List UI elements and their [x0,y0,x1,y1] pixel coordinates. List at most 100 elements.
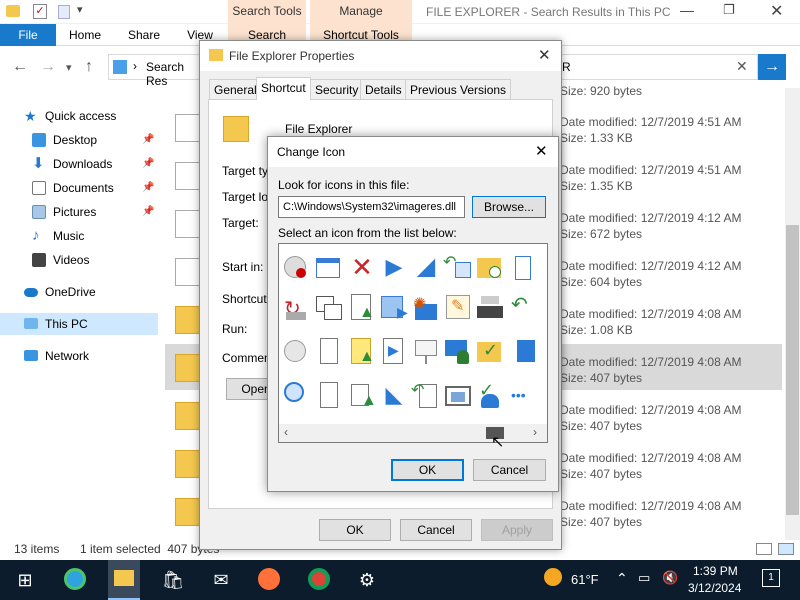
folder-clock-icon[interactable] [475,252,505,282]
network-status-icon[interactable]: ▭ [638,570,650,586]
properties-ok-button[interactable]: OK [319,519,391,541]
breadcrumb-chevron-icon[interactable]: › [133,59,137,73]
properties-close-icon[interactable]: ✕ [538,46,551,64]
magnifier-doc-icon[interactable] [282,380,312,410]
close-icon[interactable]: ✕ [770,1,783,21]
edge-icon[interactable] [62,568,88,592]
tab-share[interactable]: Share [122,24,166,46]
network-adapter-icon[interactable] [475,292,505,322]
change-icon-ok-button[interactable]: OK [391,459,464,481]
new-folder-icon[interactable] [58,5,70,19]
blank-doc-icon[interactable] [314,336,344,366]
list-upload-icon[interactable]: ▲ [347,380,377,410]
presentation-icon[interactable] [411,336,441,366]
pin-icon[interactable]: 📌 [142,177,154,199]
scrollbar-thumb[interactable] [786,225,799,515]
more-dots-icon[interactable]: ••• [511,380,541,410]
nav-pictures[interactable]: Pictures 📌 [0,201,158,223]
fan-monitor-icon[interactable]: ✺ [411,292,441,322]
cd-drive-icon[interactable] [282,336,312,366]
icon-file-path-input[interactable]: C:\Windows\System32\imageres.dll [278,196,465,218]
settings-gear-icon[interactable]: ⚙ [354,568,380,592]
scroll-right-icon[interactable]: › [533,425,537,439]
icon-list[interactable]: ✕ ▶ ◢ ↶ ↻ ▲ ▶ ✺ ✎ ↶ ▲ ▶ ✓ ▲ ◣ ↶ ✓ ••• [278,243,548,443]
qat-dropdown-icon[interactable]: ▾ [77,3,83,16]
details-view-icon[interactable] [756,543,772,555]
maximize-icon[interactable]: ❐ [723,2,735,18]
calendar-icon[interactable] [314,252,344,282]
doc-arrow-icon[interactable] [511,252,541,282]
notification-icon[interactable]: 1 [762,569,780,587]
green-arrow-back-icon[interactable]: ↶ [511,292,541,322]
properties-check-icon[interactable]: ✓ [33,4,47,19]
folder-check-icon[interactable]: ✓ [475,336,505,366]
scroll-left-icon[interactable]: ‹ [284,425,288,439]
nav-documents[interactable]: Documents 📌 [0,177,158,199]
notepad-pencil-icon[interactable]: ✎ [443,292,473,322]
recent-dropdown-icon[interactable]: ▾ [66,61,72,74]
store-icon[interactable]: 🛍 [160,568,186,592]
pin-icon[interactable]: 📌 [142,129,154,151]
red-x-icon[interactable]: ✕ [347,252,377,282]
tab-previous-versions[interactable]: Previous Versions [405,79,512,99]
clock-date[interactable]: 3/12/2024 [688,581,741,595]
undo-grid-icon[interactable]: ↶ [443,252,473,282]
tab-details[interactable]: Details [360,79,407,99]
ruler-triangle-icon[interactable]: ◢ [411,252,441,282]
file-explorer-taskbar-icon[interactable] [108,560,140,600]
picture-frame-icon[interactable] [443,380,473,410]
tiles-view-icon[interactable] [778,543,794,555]
properties-cancel-button[interactable]: Cancel [400,519,472,541]
change-icon-close-icon[interactable]: ✕ [535,142,548,160]
change-icon-cancel-button[interactable]: Cancel [473,459,546,481]
play-arrow-icon[interactable]: ▶ [379,252,409,282]
back-arrow-icon[interactable]: ← [12,58,28,76]
plain-doc-icon[interactable] [314,380,344,410]
nav-desktop[interactable]: Desktop 📌 [0,129,158,151]
users-check-icon[interactable]: ✓ [475,380,505,410]
chevron-up-icon[interactable]: ⌃ [616,570,628,587]
doc-back-arrow-icon[interactable]: ↶ [411,380,441,410]
tab-general[interactable]: General [209,79,262,99]
ruler-arrow-icon[interactable]: ◣ [379,380,409,410]
disk-refresh-icon[interactable]: ↻ [282,292,312,322]
up-arrow-icon[interactable]: ↑ [85,58,93,76]
browse-button[interactable]: Browse... [472,196,546,218]
nav-onedrive[interactable]: OneDrive [0,281,158,303]
nav-quick-access[interactable]: ★ Quick access [0,105,158,127]
forward-arrow-icon[interactable]: → [40,58,56,76]
nav-network[interactable]: Network [0,345,158,367]
doc-upload-icon[interactable]: ▲ [347,292,377,322]
chrome-icon[interactable] [306,568,332,592]
pin-icon[interactable]: 📌 [142,153,154,175]
shortcut-name[interactable]: File Explorer [285,122,352,136]
tiles-play-icon[interactable]: ▶ [379,292,409,322]
mail-icon[interactable]: ✉ [208,568,234,592]
weather-icon[interactable] [540,568,566,592]
blue-panel-icon[interactable] [511,336,541,366]
pin-icon[interactable]: 📌 [142,201,154,223]
tab-security[interactable]: Security [310,79,364,99]
nav-downloads[interactable]: ⬇ Downloads 📌 [0,153,158,175]
clock-time[interactable]: 1:39 PM [693,564,738,578]
windows-stack-icon[interactable] [314,292,344,322]
user-monitor-icon[interactable] [443,336,473,366]
nav-videos[interactable]: Videos [0,249,158,271]
file-date: Date modified: 12/7/2019 4:08 AM [560,355,742,369]
start-windows-icon[interactable]: ⊞ [12,568,38,592]
properties-apply-button[interactable]: Apply [481,519,553,541]
tab-shortcut[interactable]: Shortcut [256,77,311,100]
nav-music[interactable]: ♪ Music [0,225,158,247]
minimize-icon[interactable]: — [680,2,694,18]
tab-home[interactable]: Home [62,24,108,46]
tab-file[interactable]: File [0,24,56,46]
document-icon [32,181,46,195]
icon-list-horizontal-scrollbar[interactable]: ‹ › ↖ [279,424,547,451]
doc-upload-yellow-icon[interactable]: ▲ [347,336,377,366]
video-doc-icon[interactable]: ▶ [379,336,409,366]
nav-this-pc[interactable]: This PC [0,313,158,335]
disk-stop-icon[interactable] [282,252,312,282]
firefox-icon[interactable] [256,568,282,592]
weather-temp[interactable]: 61°F [571,572,599,587]
volume-muted-icon[interactable]: 🔇 [662,570,678,586]
